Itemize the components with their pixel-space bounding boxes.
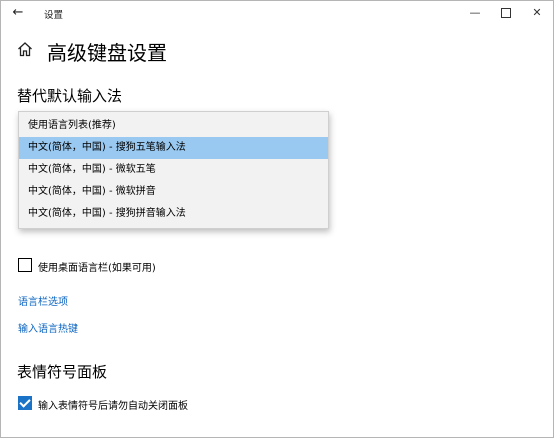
home-icon[interactable] xyxy=(17,41,33,57)
emoji-auto-close-label: 输入表情符号后请勿自动关闭面板 xyxy=(38,401,188,412)
close-icon[interactable]: ✕ xyxy=(522,3,552,23)
language-bar-options-link[interactable]: 语言栏选项 xyxy=(18,293,68,308)
settings-window: ← 设置 — ✕ 高级键盘设置 替代默认输入法 使用语言列表(推荐) 中文(简体… xyxy=(0,0,554,438)
dropdown-option-sogou-wubi[interactable]: 中文(简体，中国) - 搜狗五笔输入法 xyxy=(19,137,328,159)
title-bar: ← 设置 — ✕ xyxy=(1,1,553,27)
minimize-icon[interactable]: — xyxy=(460,3,490,23)
page-title: 高级键盘设置 xyxy=(47,41,167,65)
dropdown-option-ms-pinyin[interactable]: 中文(简体，中国) - 微软拼音 xyxy=(19,181,328,203)
desktop-language-bar-checkbox[interactable] xyxy=(18,258,32,272)
emoji-section-title: 表情符号面板 xyxy=(17,363,108,381)
dropdown-option-sogou-pinyin[interactable]: 中文(简体，中国) - 搜狗拼音输入法 xyxy=(19,203,328,225)
back-arrow-icon[interactable]: ← xyxy=(7,3,29,23)
maximize-icon[interactable] xyxy=(491,3,521,23)
input-method-dropdown-list[interactable]: 使用语言列表(推荐) 中文(简体，中国) - 搜狗五笔输入法 中文(简体，中国)… xyxy=(18,111,329,229)
window-title: 设置 xyxy=(44,10,64,21)
dropdown-option-language-list[interactable]: 使用语言列表(推荐) xyxy=(19,115,328,137)
dropdown-option-ms-wubi[interactable]: 中文(简体，中国) - 微软五笔 xyxy=(19,159,328,181)
input-language-hotkeys-link[interactable]: 输入语言热键 xyxy=(18,320,78,335)
override-section-title: 替代默认输入法 xyxy=(17,87,123,105)
desktop-language-bar-label: 使用桌面语言栏(如果可用) xyxy=(38,263,156,274)
emoji-auto-close-checkbox[interactable] xyxy=(18,396,32,410)
